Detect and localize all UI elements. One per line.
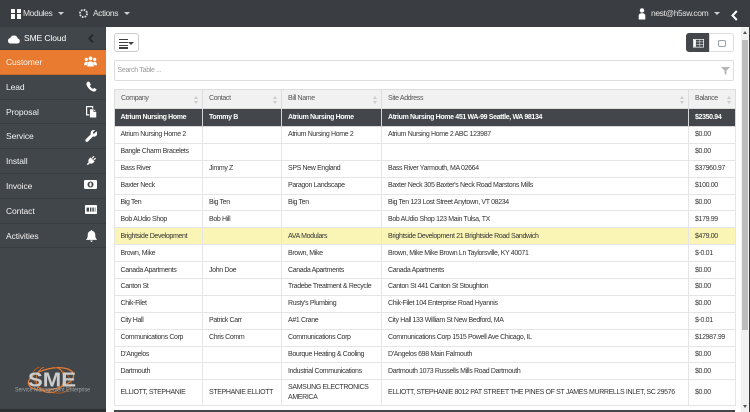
- svg-text:Service Management Enterprise: Service Management Enterprise: [15, 387, 90, 394]
